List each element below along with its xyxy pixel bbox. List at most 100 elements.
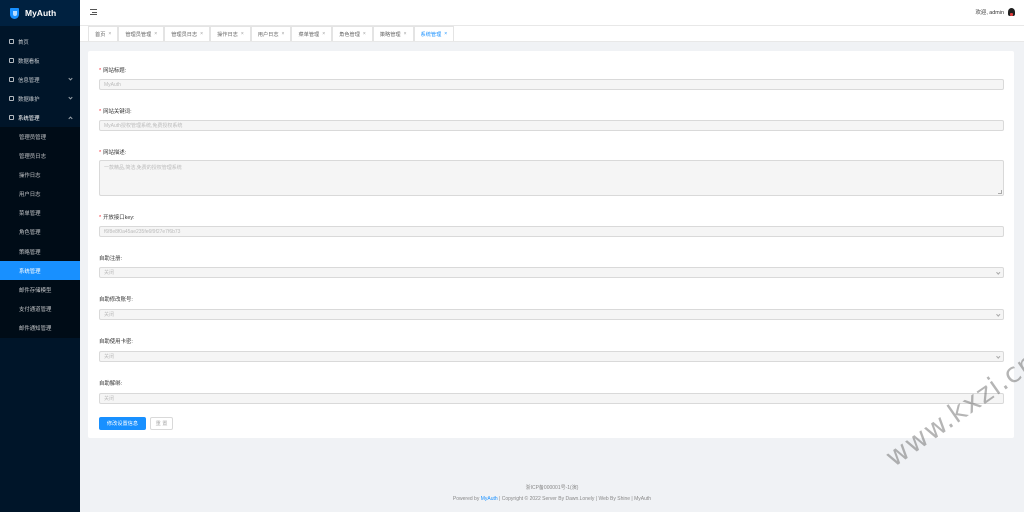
submenu-item[interactable]: 角色管理: [0, 223, 80, 242]
sidebar-item-label: 数据维护: [18, 96, 40, 103]
save-settings-button[interactable]: 修改设置信息: [99, 417, 146, 430]
site-description-label: * 网站描述:: [99, 150, 127, 156]
auto-edit-account-label: 自助修改账号:: [99, 297, 133, 303]
chevron-down-icon: [995, 312, 1000, 317]
footer-icp[interactable]: 浙ICP备000001号-1(演): [80, 484, 1024, 491]
tab-label: 管理员管理: [125, 31, 152, 38]
settings-form: * 网站标题: MyAuth * 网站关键词: MyAuth授权管理系统,免费授权系…: [88, 51, 1014, 438]
sidebar: MyAuth 首页 数据看板 信息管理 数据维护 系统管理 管理员管理 管理员日…: [0, 0, 80, 512]
close-icon[interactable]: ×: [108, 31, 111, 37]
close-icon[interactable]: ×: [241, 31, 244, 37]
site-keywords-input[interactable]: MyAuth授权管理系统,免费授权系统: [99, 120, 1004, 131]
system-submenu: 管理员管理 管理员日志 操作日志 用户日志 菜单管理 角色管理 策略管理 系统管…: [0, 127, 80, 338]
sidebar-item-home[interactable]: 首页: [0, 32, 80, 51]
submenu-item[interactable]: 管理员日志: [0, 147, 80, 166]
auto-unbind-label: 自助解绑:: [99, 381, 123, 387]
submenu-item-active[interactable]: 系统管理: [0, 261, 80, 281]
chevron-down-icon: [68, 76, 73, 81]
auto-use-card-label: 自助使用卡密:: [99, 339, 133, 345]
tab-bar: 首页 × 管理员管理 × 管理员日志 × 操作日志 × 用户日志 × 菜单管理 × 角色管理…: [80, 26, 1024, 42]
auto-unbind-value: 关闭: [104, 396, 115, 402]
tab-label: 用户日志: [257, 31, 279, 38]
logo[interactable]: MyAuth: [0, 0, 80, 26]
submenu-item[interactable]: 管理员管理: [0, 127, 80, 146]
submenu-item[interactable]: 菜单管理: [0, 204, 80, 223]
sidebar-item-system[interactable]: 系统管理: [0, 108, 80, 127]
footer-powered: Powered by MyAuth | Copyright © 2022 Ser…: [80, 496, 1024, 502]
sidebar-item-label: 系统管理: [18, 115, 40, 122]
dashboard-icon: [9, 58, 14, 64]
tab-label: 菜单管理: [298, 31, 320, 38]
api-key-label: * 开放接口key:: [99, 215, 135, 221]
auto-unbind-select[interactable]: 关闭: [99, 393, 1004, 404]
tab-admin[interactable]: 管理员管理 ×: [118, 26, 165, 41]
tab-label: 策略管理: [379, 31, 401, 38]
submenu-item[interactable]: 操作日志: [0, 166, 80, 185]
reset-button[interactable]: 重 置: [150, 417, 173, 430]
tab-system[interactable]: 系统管理 ×: [413, 26, 455, 41]
close-icon[interactable]: ×: [154, 31, 157, 37]
app-name: MyAuth: [25, 8, 57, 18]
tab-label: 角色管理: [339, 31, 360, 38]
close-icon[interactable]: ×: [200, 31, 203, 37]
site-title-label: * 网站标题:: [99, 68, 127, 74]
sidebar-menu: 首页 数据看板 信息管理 数据维护 系统管理 管理员管理 管理员日志 操作日志 …: [0, 26, 80, 338]
tab-label: 系统管理: [420, 31, 442, 38]
submenu-item[interactable]: 策略管理: [0, 242, 80, 261]
gear-icon: [9, 115, 14, 121]
site-title-input[interactable]: MyAuth: [99, 79, 1004, 90]
chevron-down-icon: [995, 270, 1000, 275]
chevron-down-icon: [68, 95, 73, 100]
auto-use-card-value: 关闭: [104, 354, 115, 360]
close-icon[interactable]: ×: [363, 31, 366, 37]
site-description-textarea[interactable]: 一款精品,简洁,免费的授权管理系统: [99, 160, 1004, 196]
submenu-item[interactable]: 邮件通知管理: [0, 318, 80, 337]
sidebar-item-info[interactable]: 信息管理: [0, 70, 80, 89]
database-icon: [9, 96, 14, 102]
tab-role[interactable]: 角色管理 ×: [332, 26, 373, 41]
auto-register-select[interactable]: 关闭: [99, 267, 1004, 278]
menu-fold-icon[interactable]: [90, 9, 97, 15]
auto-edit-account-select[interactable]: 关闭: [99, 309, 1004, 320]
close-icon[interactable]: ×: [282, 31, 285, 37]
home-icon: [9, 39, 14, 45]
tab-admin-log[interactable]: 管理员日志 ×: [164, 26, 211, 41]
tab-operation-log[interactable]: 操作日志 ×: [210, 26, 251, 41]
chevron-up-icon: [68, 116, 73, 121]
chevron-down-icon: [995, 354, 1000, 359]
shield-logo-icon: [10, 7, 19, 19]
tab-policy[interactable]: 策略管理 ×: [372, 26, 414, 41]
tab-user-log[interactable]: 用户日志 ×: [250, 26, 292, 41]
submenu-item[interactable]: 支付通道管理: [0, 299, 80, 318]
powered-rest: | Copyright © 2022 Server By Dawn.Lonely…: [499, 496, 652, 502]
auto-register-label: 自助注册:: [99, 256, 123, 262]
api-key-input[interactable]: f6f8e8f0a45ae235fe6f9f27e7f6b73: [99, 226, 1004, 237]
info-icon: [9, 77, 14, 83]
top-header: 欢迎, admin: [80, 0, 1024, 26]
submenu-item[interactable]: 用户日志: [0, 185, 80, 204]
sidebar-item-label: 信息管理: [18, 77, 40, 84]
powered-link[interactable]: MyAuth: [481, 496, 498, 502]
powered-prefix: Powered by: [452, 496, 480, 502]
auto-register-value: 关闭: [104, 270, 115, 276]
tab-home[interactable]: 首页 ×: [88, 26, 119, 41]
sidebar-item-label: 数据看板: [18, 58, 40, 65]
sidebar-item-dashboard[interactable]: 数据看板: [0, 51, 80, 70]
close-icon[interactable]: ×: [322, 31, 325, 37]
submenu-item[interactable]: 邮件存储模型: [0, 280, 80, 299]
resize-handle-icon[interactable]: [998, 190, 1002, 194]
auto-edit-account-value: 关闭: [104, 312, 115, 318]
site-keywords-label: * 网站关键词:: [99, 109, 132, 115]
tab-label: 首页: [95, 31, 106, 38]
site-description-value: 一款精品,简洁,免费的授权管理系统: [104, 165, 182, 171]
close-icon[interactable]: ×: [404, 31, 407, 37]
user-menu[interactable]: 欢迎, admin: [976, 8, 1015, 16]
close-icon[interactable]: ×: [444, 31, 447, 37]
tab-menu[interactable]: 菜单管理 ×: [291, 26, 333, 41]
tab-label: 操作日志: [217, 31, 238, 38]
avatar: [1008, 8, 1015, 16]
sidebar-item-label: 首页: [18, 39, 29, 46]
sidebar-item-data[interactable]: 数据维护: [0, 89, 80, 108]
welcome-text: 欢迎, admin: [975, 10, 1004, 16]
auto-use-card-select[interactable]: 关闭: [99, 351, 1004, 362]
